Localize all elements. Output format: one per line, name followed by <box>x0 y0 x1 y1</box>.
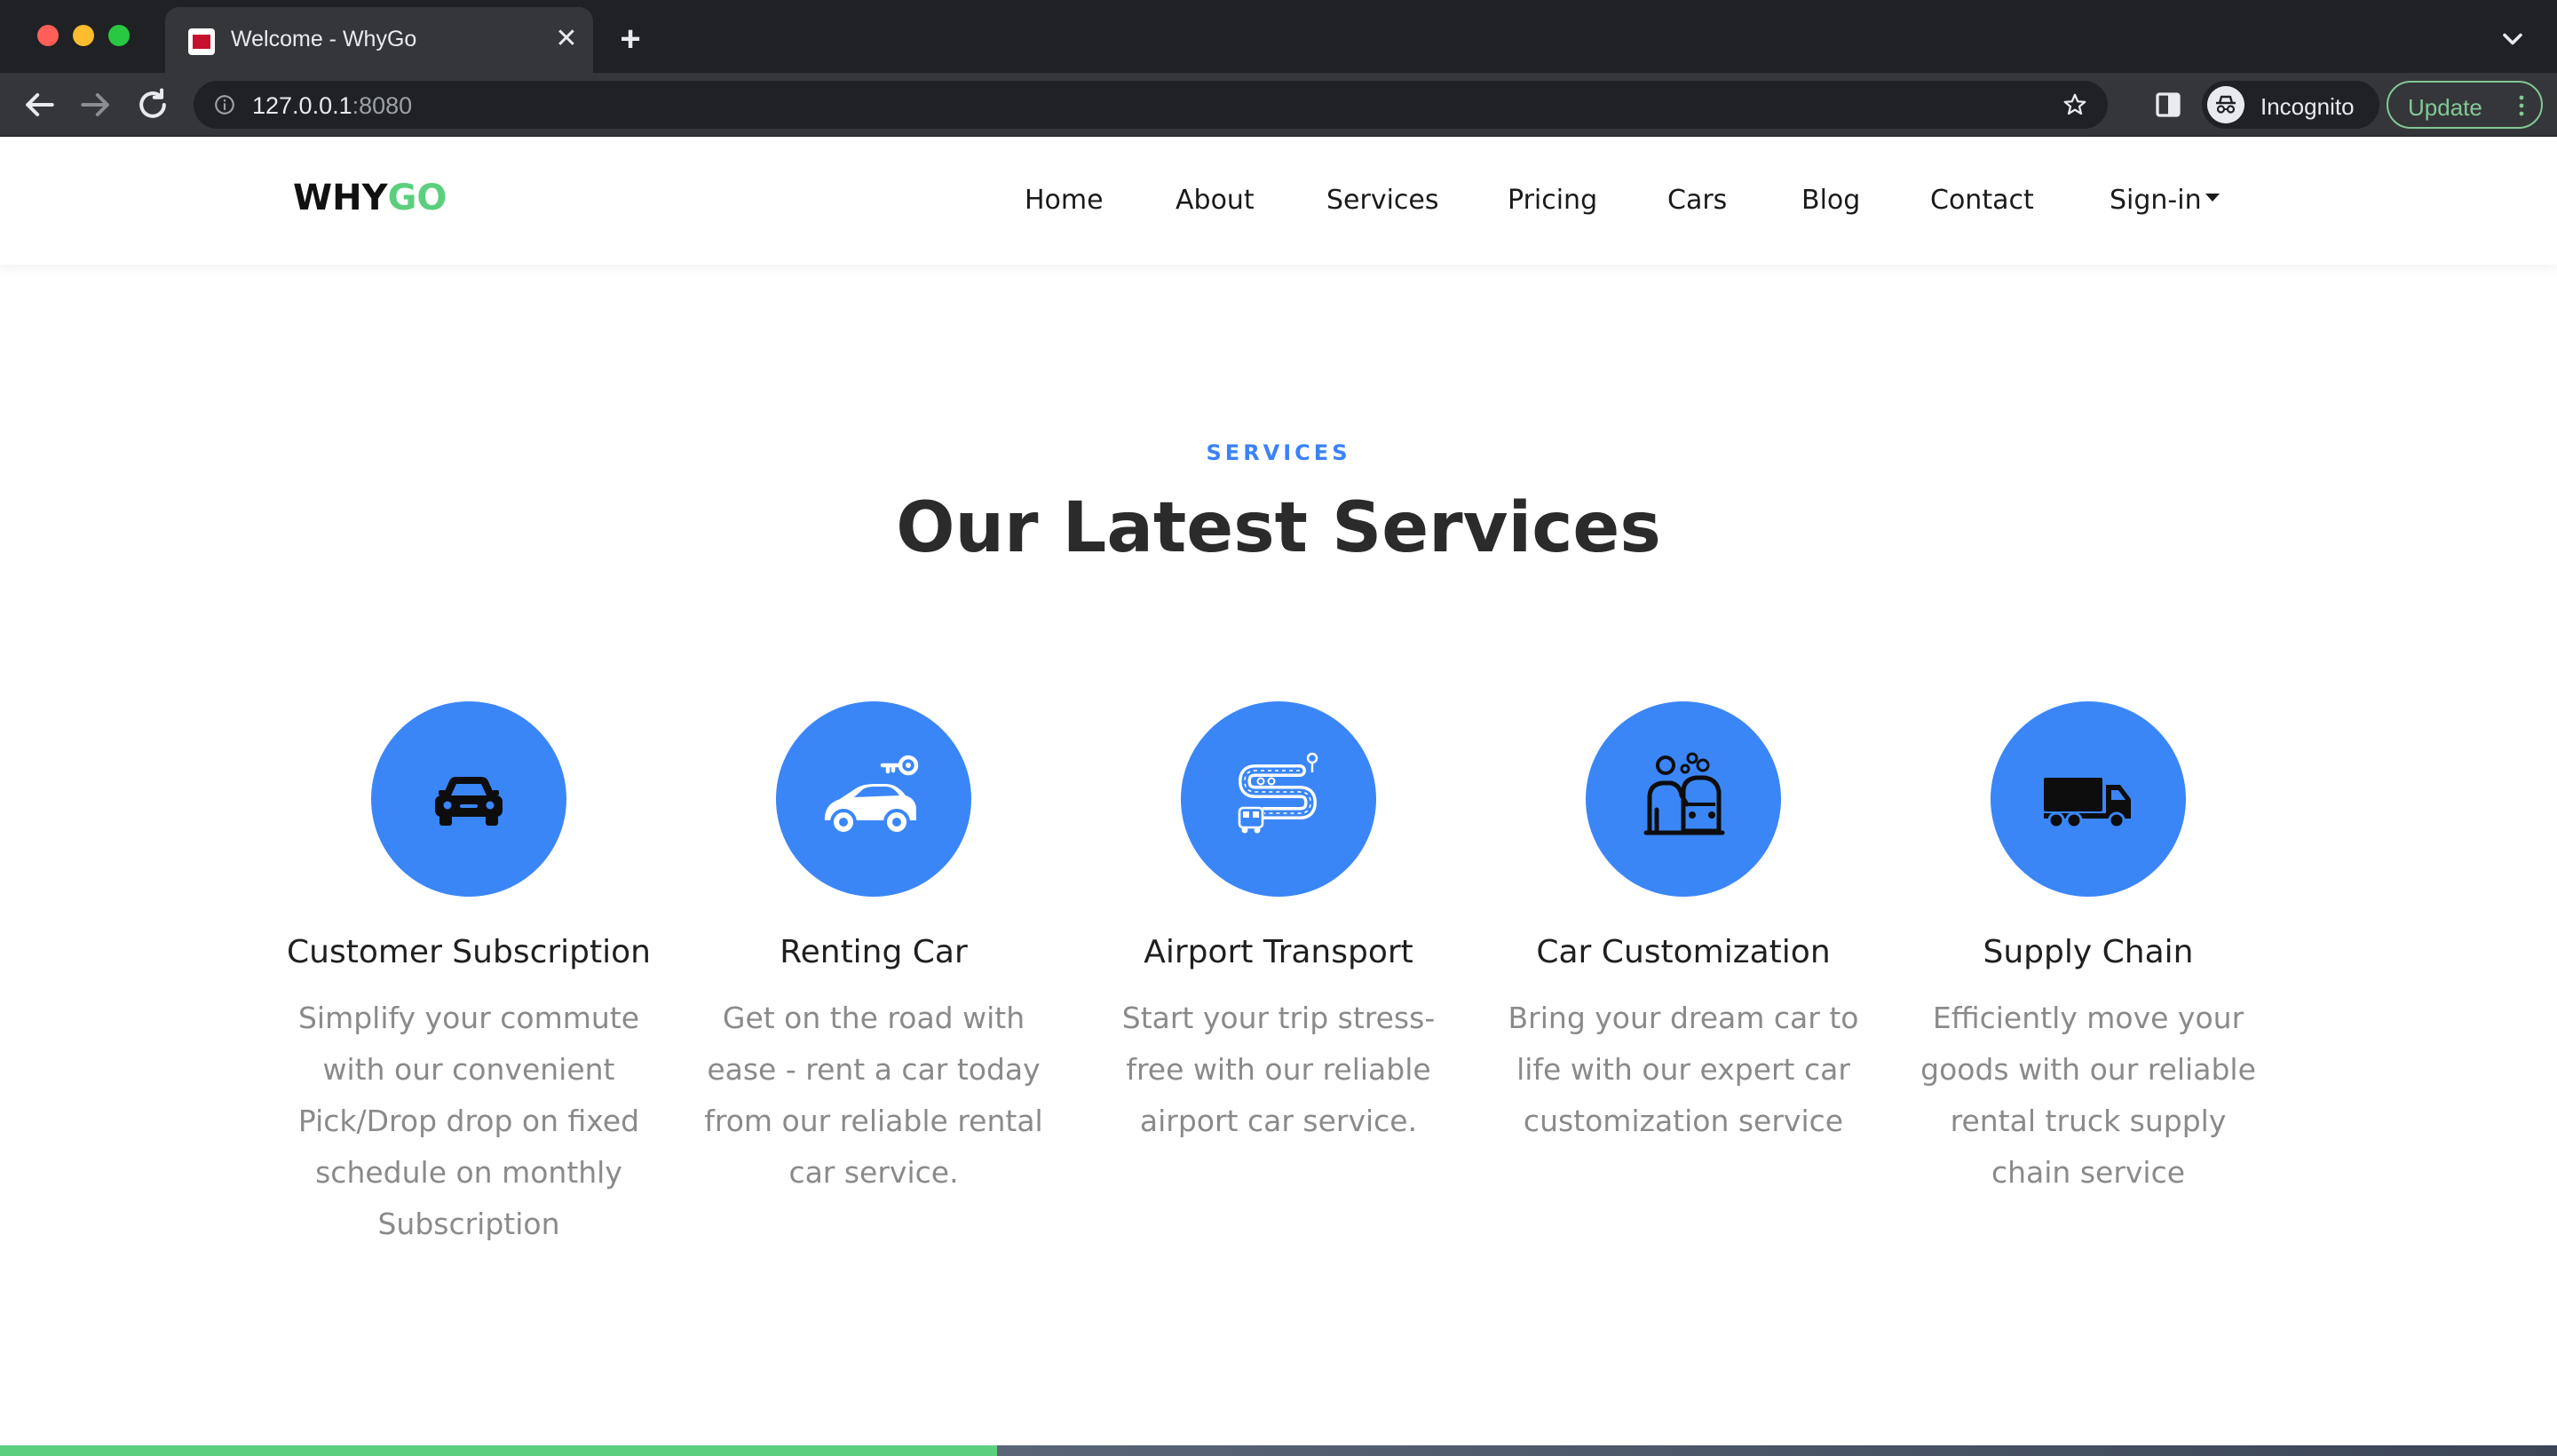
service-description: Bring your dream car to life with our ex… <box>1508 1001 1859 1138</box>
bookmark-star-icon[interactable] <box>2062 91 2088 118</box>
nav-blog[interactable]: Blog <box>1801 185 1860 216</box>
browser-update-button[interactable]: Update <box>2387 81 2543 129</box>
nav-services[interactable]: Services <box>1326 185 1439 216</box>
service-title: Renting Car <box>780 934 968 970</box>
service-icon-circle <box>1586 701 1781 897</box>
incognito-label: Incognito <box>2260 93 2355 120</box>
incognito-icon <box>2207 86 2244 123</box>
service-title: Supply Chain <box>1983 934 2194 970</box>
nav-contact[interactable]: Contact <box>1930 185 2034 216</box>
main-nav: Home About Services Pricing Cars Blog Co… <box>0 185 2557 220</box>
service-card: Airport Transport Start your trip stress… <box>1088 701 1469 1252</box>
tab-title: Welcome - WhyGo <box>231 27 417 51</box>
service-description: Start your trip stress-free with our rel… <box>1121 1001 1436 1138</box>
tab-close-icon[interactable]: ✕ <box>550 23 582 55</box>
url-host: 127.0.0.1 <box>252 92 352 119</box>
service-card: Renting Car Get on the road with ease - … <box>683 701 1065 1252</box>
forward-arrow-icon[interactable] <box>76 85 115 124</box>
nav-cars[interactable]: Cars <box>1667 185 1727 216</box>
side-panel-icon[interactable] <box>2152 89 2184 121</box>
url-text: 127.0.0.1:8080 <box>252 92 412 120</box>
caret-down-icon <box>2205 194 2220 202</box>
reload-icon[interactable] <box>133 85 172 124</box>
truck-icon <box>2044 778 2131 829</box>
window-maximize-button[interactable] <box>108 25 130 46</box>
car-wash-icon <box>1643 752 1725 835</box>
site-favicon-icon <box>188 28 215 55</box>
browser-tab-bar: Welcome - WhyGo ✕ + <box>0 0 2557 73</box>
service-title: Car Customization <box>1536 934 1831 970</box>
new-tab-plus-icon[interactable]: + <box>613 21 648 57</box>
service-icon-circle <box>1991 701 2186 897</box>
incognito-profile-chip[interactable]: Incognito <box>2202 81 2379 129</box>
service-title: Customer Subscription <box>287 934 651 970</box>
service-card: Car Customization Bring your dream car t… <box>1492 701 1874 1252</box>
service-description: Efficiently move your goods with our rel… <box>1920 1001 2256 1190</box>
nav-about[interactable]: About <box>1176 185 1255 216</box>
browser-tab-active[interactable]: Welcome - WhyGo ✕ <box>165 7 593 73</box>
section-title: Our Latest Services <box>896 488 1661 568</box>
site-info-icon[interactable] <box>213 93 236 116</box>
url-port: :8080 <box>352 92 413 119</box>
service-description: Get on the road with ease - rent a car t… <box>704 1001 1043 1190</box>
window-close-button[interactable] <box>37 25 59 46</box>
next-section-banner-edge <box>0 1445 2557 1456</box>
tab-search-chevron-down-icon[interactable] <box>2497 23 2529 55</box>
nav-pricing[interactable]: Pricing <box>1508 185 1597 216</box>
browser-toolbar: 127.0.0.1:8080 Incognito Update <box>0 73 2557 137</box>
service-description: Simplify your commute with our convenien… <box>297 1001 640 1241</box>
site-header: WHYGO Home About Services Pricing Cars B… <box>0 137 2557 265</box>
nav-home[interactable]: Home <box>1025 185 1104 216</box>
nav-signin-dropdown[interactable]: Sign-in <box>2110 185 2220 216</box>
more-vertical-icon[interactable] <box>2516 93 2527 118</box>
address-bar[interactable]: 127.0.0.1:8080 <box>194 81 2108 129</box>
service-icon-circle <box>1181 701 1376 897</box>
service-icon-circle <box>371 701 566 897</box>
car-key-icon <box>824 755 919 835</box>
back-arrow-icon[interactable] <box>20 85 59 124</box>
service-title: Airport Transport <box>1144 934 1413 970</box>
window-minimize-button[interactable] <box>73 25 94 46</box>
route-bus-icon <box>1238 752 1318 834</box>
car-front-icon <box>435 777 503 826</box>
service-card: Supply Chain Efficiently move your goods… <box>1897 701 2279 1252</box>
update-label: Update <box>2408 94 2482 121</box>
service-card: Customer Subscription Simplify your comm… <box>278 701 660 1252</box>
service-icon-circle <box>776 701 971 897</box>
section-eyebrow: SERVICES <box>1206 440 1351 465</box>
nav-signin-label: Sign-in <box>2110 185 2202 216</box>
